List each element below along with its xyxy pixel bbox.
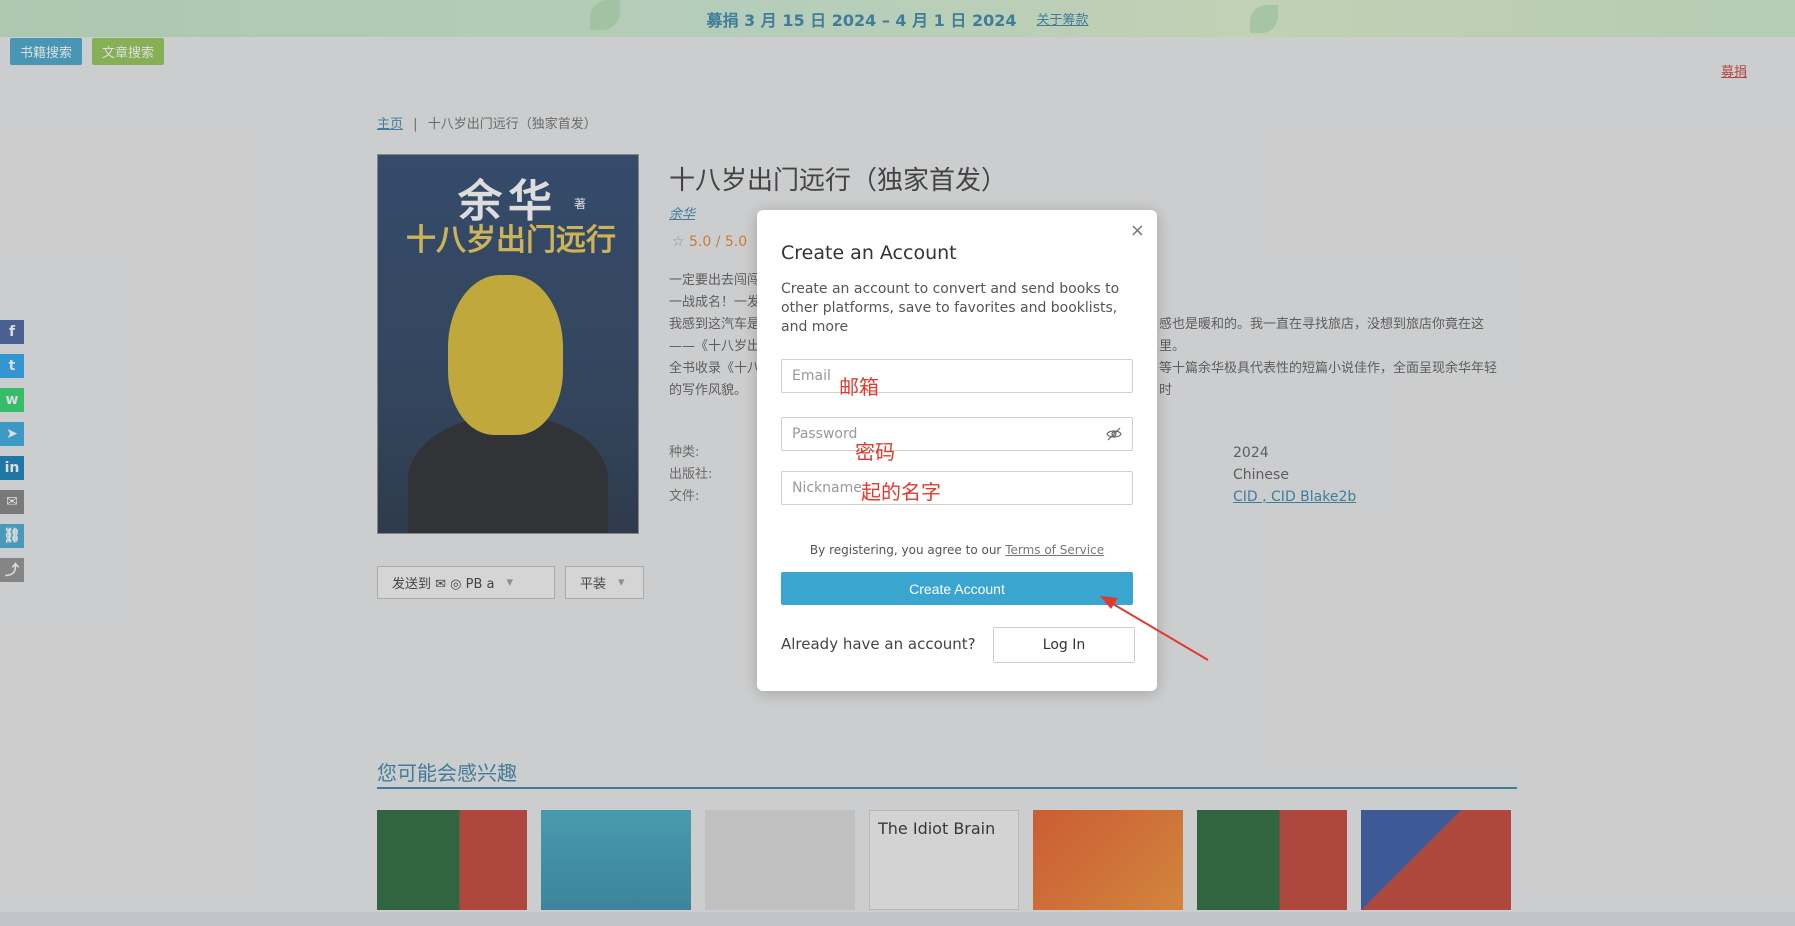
create-account-modal: × Create an Account Create an account to… xyxy=(757,210,1157,691)
password-field[interactable] xyxy=(790,425,1124,443)
log-in-button[interactable]: Log In xyxy=(993,627,1135,663)
email-field-wrapper xyxy=(781,359,1133,393)
terms-text: By registering, you agree to our Terms o… xyxy=(809,543,1105,557)
close-icon[interactable]: × xyxy=(1130,220,1145,241)
email-annotation: 邮箱 xyxy=(839,375,879,399)
create-account-button[interactable]: Create Account xyxy=(781,572,1133,605)
modal-title: Create an Account xyxy=(781,242,957,264)
password-annotation: 密码 xyxy=(855,440,895,464)
terms-of-service-link[interactable]: Terms of Service xyxy=(1005,543,1104,557)
password-field-wrapper xyxy=(781,417,1133,451)
nickname-annotation: 起的名字 xyxy=(861,480,941,504)
nickname-field-wrapper xyxy=(781,471,1133,505)
nickname-field[interactable] xyxy=(790,479,1124,497)
modal-subtitle: Create an account to convert and send bo… xyxy=(781,281,1120,335)
already-have-account-text: Already have an account? xyxy=(781,635,976,653)
eye-off-icon[interactable] xyxy=(1106,426,1122,446)
